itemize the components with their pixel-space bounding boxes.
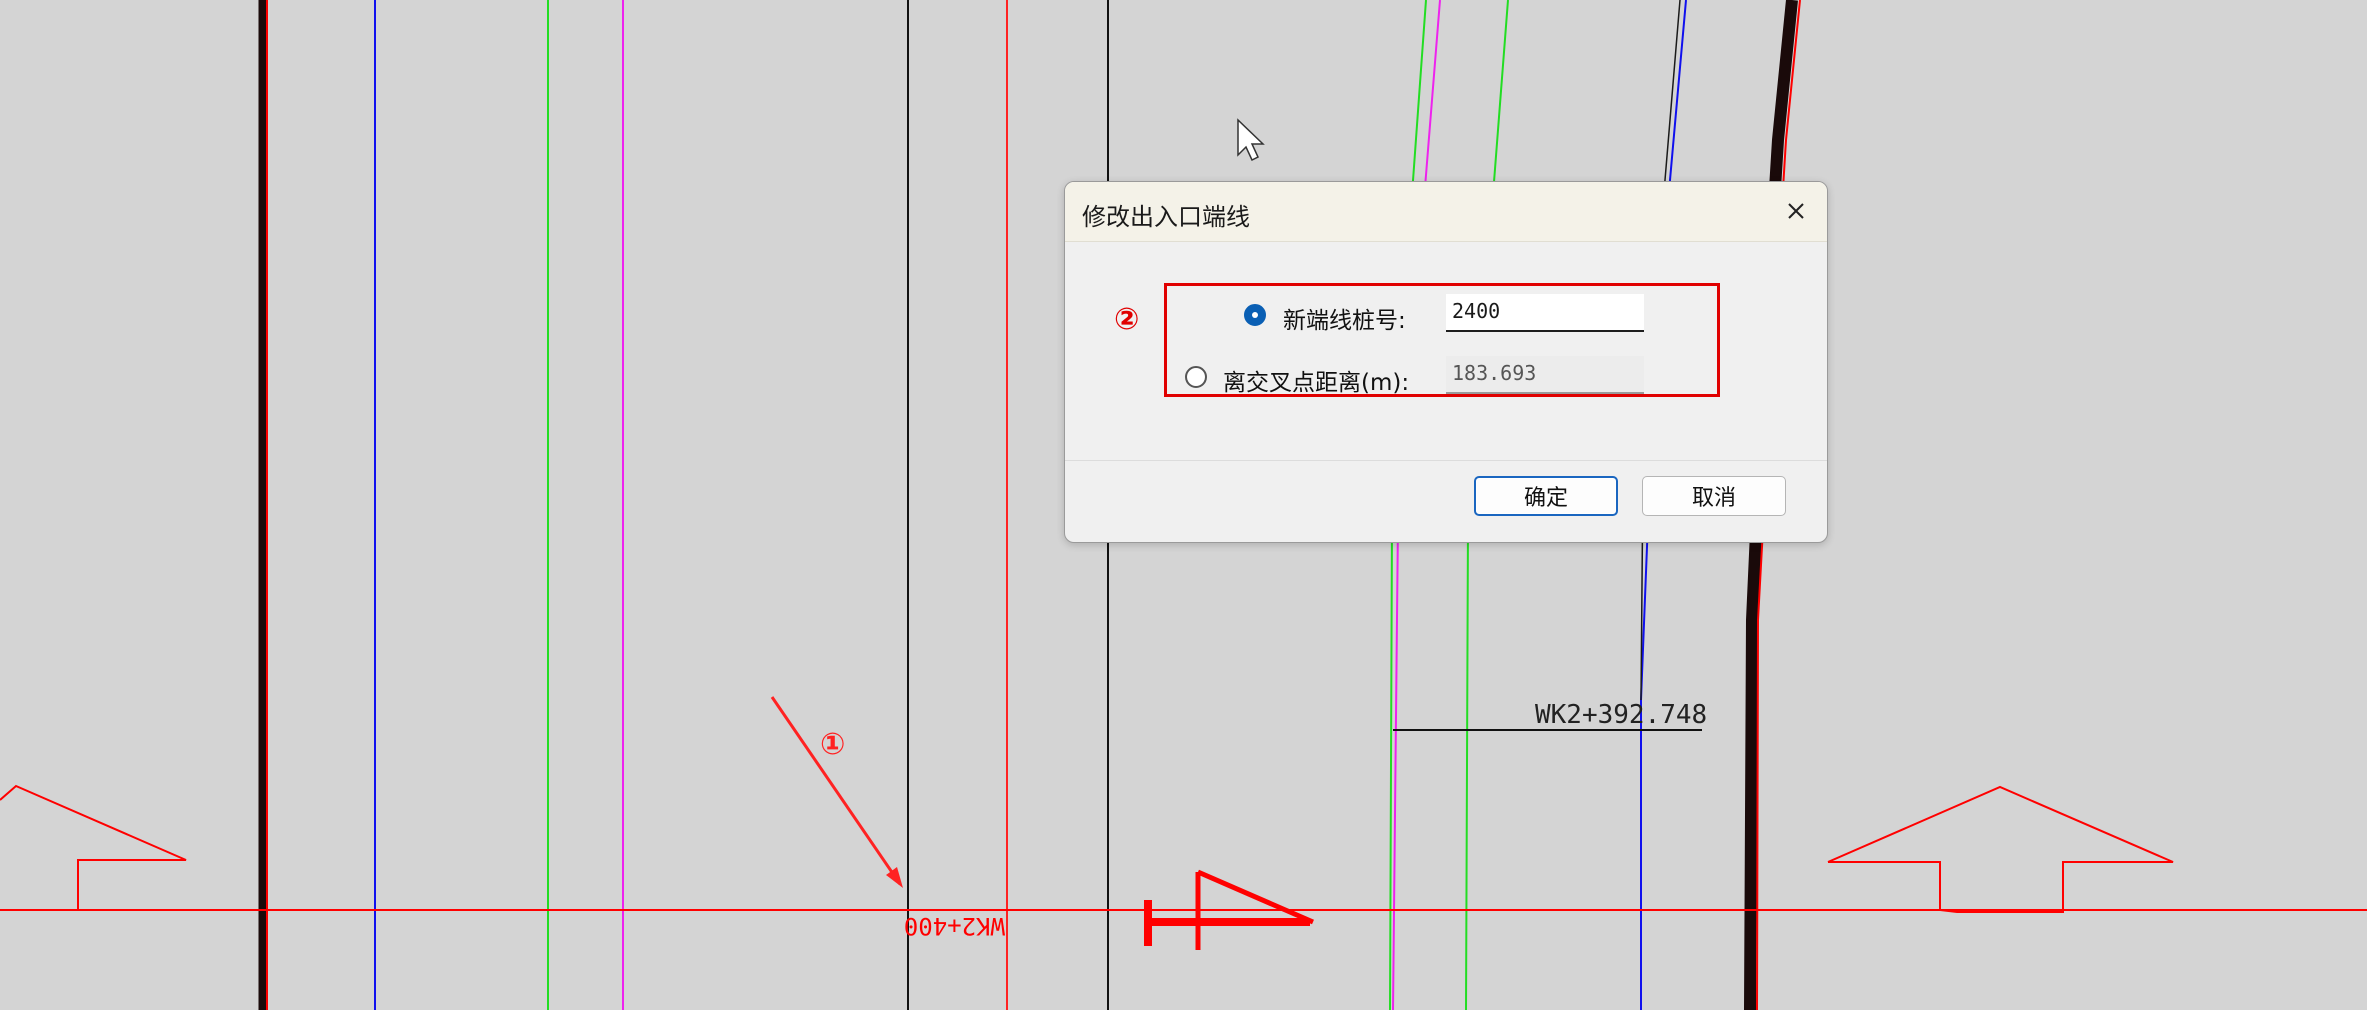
distance-from-intersection-input[interactable]: 183.693	[1446, 356, 1644, 394]
direction-arrow-left	[0, 784, 187, 910]
dialog-titlebar[interactable]: 修改出入口端线	[1065, 182, 1827, 242]
ok-button[interactable]: 确定	[1474, 476, 1618, 516]
station-label-top: WK2+392.748	[1535, 700, 1707, 730]
station-label-bottom: WK2+400	[904, 912, 1005, 940]
close-button[interactable]	[1777, 192, 1815, 230]
annotation-2-label: ②	[1114, 302, 1140, 337]
new-endline-station-input[interactable]: 2400	[1446, 294, 1644, 332]
radio-new-endline-station[interactable]	[1244, 304, 1266, 326]
direction-arrow-right	[1827, 785, 2174, 913]
mouse-cursor-icon	[1237, 118, 1265, 162]
radio-distance-from-intersection[interactable]	[1185, 366, 1207, 388]
cancel-button[interactable]: 取消	[1642, 476, 1786, 516]
close-icon	[1788, 203, 1804, 219]
label-distance-from-intersection[interactable]: 离交叉点距离(m):	[1223, 363, 1409, 397]
footer-divider	[1065, 460, 1827, 461]
modify-entrance-endline-dialog: 修改出入口端线 ② 新端线桩号: 2400 离交叉点距离(m): 183.693…	[1064, 181, 1828, 543]
annotation-arrow	[770, 696, 902, 885]
label-new-endline-station[interactable]: 新端线桩号:	[1283, 301, 1406, 335]
annotation-1-label: ①	[820, 727, 845, 762]
dialog-title: 修改出入口端线	[1082, 203, 1250, 231]
annotation-arrow-head-icon	[886, 867, 903, 888]
